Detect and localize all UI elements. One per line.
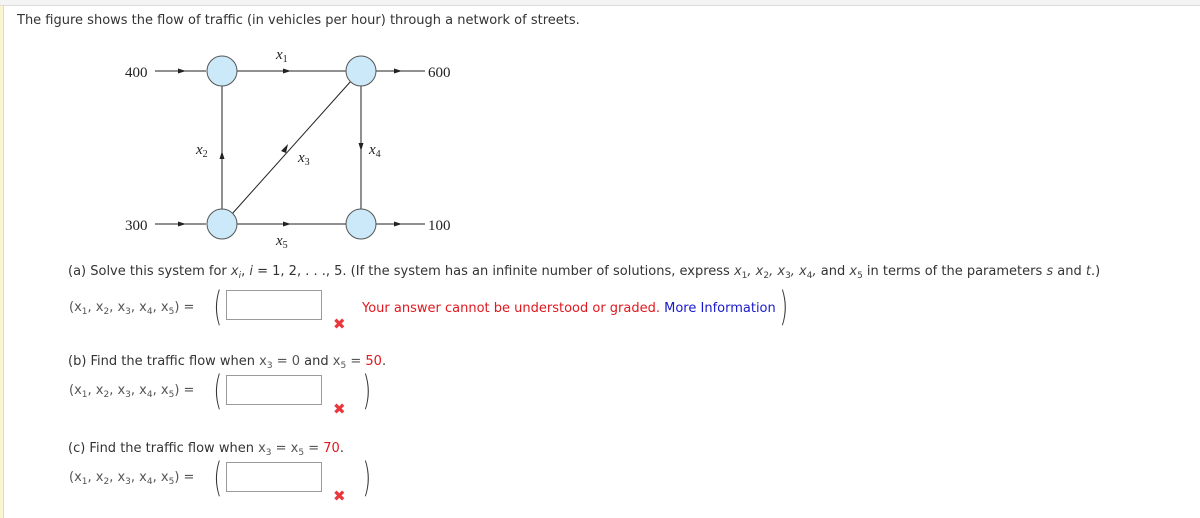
label-x4: x4 [368, 142, 381, 160]
part-a-error-text: Your answer cannot be understood or grad… [362, 301, 660, 316]
edge-x3 [231, 80, 352, 215]
label-x2: x2 [195, 142, 208, 160]
inflow-300-arrow [178, 221, 186, 227]
part-b-open-paren: ( [213, 368, 223, 414]
vars-list: x1, x2, x3, x4, [733, 264, 821, 281]
part-a-feedback: Your answer cannot be understood or grad… [362, 301, 776, 316]
part-c-open-paren: ( [213, 455, 223, 501]
label-300: 300 [125, 218, 148, 234]
part-b-x5-value: 50 [365, 354, 382, 369]
node-bottom-right [345, 208, 377, 240]
part-a-prompt: (a) Solve this system for xi, i = 1, 2, … [68, 264, 1101, 281]
label-x3: x3 [297, 150, 310, 168]
part-b-prompt: (b) Find the traffic flow when x3 = 0 an… [68, 354, 387, 371]
edge-x2-arrow [219, 151, 225, 159]
node-top-right [345, 55, 377, 87]
part-c-value: 70 [323, 441, 340, 456]
outflow-100-arrow [394, 221, 402, 227]
edge-x1-arrow [283, 68, 291, 74]
traffic-network-diagram: 400 300 600 100 x1 x2 x3 x4 x5 [125, 47, 451, 250]
inflow-400-arrow [178, 68, 186, 74]
node-bottom-left [206, 208, 238, 240]
part-a-incorrect-icon: ✖ [333, 315, 346, 333]
label-600: 600 [428, 65, 451, 81]
edge-x3-arrow [281, 144, 288, 153]
part-a-open-paren: ( [213, 284, 223, 330]
edge-x4-arrow [358, 143, 364, 151]
outflow-600-arrow [394, 68, 402, 74]
part-a-prompt-range: = 1, 2, . . ., 5. (If the system has an … [252, 264, 734, 279]
part-a-answer-label: (x1, x2, x3, x4, x5) = [69, 300, 195, 317]
part-c-close-paren: ) [362, 455, 372, 501]
label-100: 100 [428, 218, 451, 234]
part-a-prompt-start: (a) Solve this system for [68, 264, 231, 279]
part-c-incorrect-icon: ✖ [333, 487, 346, 505]
part-c-answer-label: (x1, x2, x3, x4, x5) = [69, 470, 195, 487]
part-a-answer-input[interactable] [226, 290, 322, 320]
top-border [0, 0, 1200, 6]
left-accent-bar [0, 6, 4, 518]
var-xi: xi [230, 264, 242, 281]
edge-x5-arrow [283, 221, 291, 227]
label-x1: x1 [275, 47, 288, 65]
label-x5: x5 [275, 233, 288, 250]
node-top-left [206, 55, 238, 87]
part-c-answer-input[interactable] [226, 462, 322, 492]
part-b-incorrect-icon: ✖ [333, 400, 346, 418]
more-information-link[interactable]: More Information [664, 301, 776, 316]
part-b-answer-input[interactable] [226, 375, 322, 405]
label-400: 400 [125, 65, 148, 81]
part-b-answer-label: (x1, x2, x3, x4, x5) = [69, 383, 195, 400]
part-b-close-paren: ) [362, 368, 372, 414]
intro-text: The figure shows the flow of traffic (in… [17, 13, 580, 28]
part-a-close-paren: ) [779, 284, 789, 330]
part-c-prompt: (c) Find the traffic flow when x3 = x5 =… [68, 441, 344, 458]
